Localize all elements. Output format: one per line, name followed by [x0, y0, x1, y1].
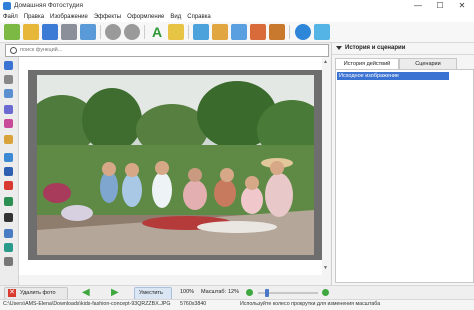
history-list: Исходное изображение — [335, 69, 474, 283]
horizontal-scrollbar[interactable] — [19, 275, 322, 285]
photo-frame — [28, 70, 325, 260]
history-item[interactable]: Исходное изображение — [337, 72, 449, 80]
redeye-tool-icon[interactable] — [4, 181, 13, 190]
toolbar: A — [0, 22, 474, 43]
panel-tabs: История действий Сценарии — [335, 58, 473, 70]
menu-effects[interactable]: Эффекты — [91, 12, 124, 22]
window-title: Домашняя Фотостудия — [14, 2, 84, 9]
collapse-icon[interactable] — [336, 46, 342, 50]
calendar-icon[interactable] — [231, 24, 247, 40]
scroll-up-icon[interactable]: ▲ — [323, 59, 328, 65]
search-input[interactable]: поиск функций... — [5, 44, 329, 57]
app-icon — [3, 2, 11, 10]
rotate-tool-icon[interactable] — [4, 229, 13, 238]
menu-design[interactable]: Оформление — [124, 12, 167, 22]
vertical-scrollbar[interactable]: ▲ ▼ — [322, 57, 330, 285]
mirror-tool-icon[interactable] — [4, 243, 13, 252]
contrast-tool-icon[interactable] — [4, 167, 13, 176]
toolbar-divider — [144, 25, 145, 39]
help-icon[interactable] — [295, 24, 311, 40]
print-icon[interactable] — [61, 24, 77, 40]
menu-bar: Файл Правка Изображение Эффекты Оформление Ви… — [0, 12, 474, 22]
photo-preview[interactable] — [37, 75, 314, 255]
next-arrow-icon[interactable]: ▶ — [111, 287, 123, 298]
maximize-button[interactable]: ☐ — [429, 0, 451, 12]
export-icon[interactable] — [80, 24, 96, 40]
toolbar-divider — [100, 25, 101, 39]
text-tool-icon[interactable]: A — [149, 24, 165, 40]
redo-icon[interactable] — [124, 24, 140, 40]
pointer-tool-icon[interactable] — [4, 61, 13, 70]
close-button[interactable]: ✕ — [451, 0, 473, 12]
search-placeholder: поиск функций... — [20, 46, 63, 53]
frame-icon[interactable] — [193, 24, 209, 40]
open-folder-icon[interactable] — [23, 24, 39, 40]
sharpen-tool-icon[interactable] — [4, 213, 13, 222]
history-panel: История и сценарии История действий Сцен… — [331, 43, 474, 285]
panel-title: История и сценарии — [345, 45, 406, 51]
levels-tool-icon[interactable] — [4, 153, 13, 162]
collage-icon[interactable] — [212, 24, 228, 40]
delete-icon: ✕ — [8, 289, 16, 297]
zoom-100-button[interactable]: 100% — [172, 287, 196, 298]
retouch-tool-icon[interactable] — [4, 119, 13, 128]
status-bar: C:\Users\AMS-Elena\Downloads\kids-fashio… — [0, 299, 474, 310]
brush-tool-icon[interactable] — [4, 89, 13, 98]
resize-tool-icon[interactable] — [4, 257, 13, 266]
menu-help[interactable]: Справка — [184, 12, 214, 22]
panel-header[interactable]: История и сценарии — [332, 43, 474, 55]
new-project-icon[interactable] — [4, 24, 20, 40]
toolbar-divider — [188, 25, 189, 39]
scale-label: Масштаб: — [201, 289, 227, 295]
minimize-button[interactable]: — — [407, 0, 429, 12]
menu-edit[interactable]: Правка — [21, 12, 47, 22]
scale-value: 12% — [228, 289, 240, 295]
undo-icon[interactable] — [105, 24, 121, 40]
search-icon — [10, 47, 17, 54]
menu-file[interactable]: Файл — [0, 12, 21, 22]
toolbar-divider — [289, 25, 290, 39]
scroll-down-icon[interactable]: ▼ — [323, 265, 328, 271]
zoom-100-label: 100% — [180, 289, 195, 295]
fit-label: Уместить — [139, 290, 163, 296]
previous-arrow-icon[interactable]: ◀ — [82, 287, 94, 298]
gallery-icon[interactable] — [269, 24, 285, 40]
file-path: C:\Users\AMS-Elena\Downloads\kids-fashio… — [3, 301, 171, 307]
status-hint: Используйте колесо прокрутки для изменен… — [240, 301, 381, 307]
search-row: поиск функций... — [0, 43, 330, 57]
image-dimensions: 5760x3840 — [180, 301, 207, 307]
effects-icon[interactable] — [168, 24, 184, 40]
left-toolbar — [0, 57, 19, 285]
zoom-slider-thumb[interactable] — [265, 289, 270, 297]
card-icon[interactable] — [250, 24, 266, 40]
eyedropper-tool-icon[interactable] — [4, 105, 13, 114]
bottom-bar: ✕ Удалить фото ◀ ▶ Уместить 100% Масштаб… — [0, 285, 474, 300]
menu-image[interactable]: Изображение — [47, 12, 91, 22]
correction-tool-icon[interactable] — [4, 135, 13, 144]
delete-photo-label: Удалить фото — [20, 290, 56, 296]
canvas-area[interactable] — [19, 57, 330, 285]
menu-view[interactable]: Вид — [167, 12, 184, 22]
save-icon[interactable] — [42, 24, 58, 40]
settings-icon[interactable] — [314, 24, 330, 40]
color-tool-icon[interactable] — [4, 197, 13, 206]
zoom-out-icon[interactable] — [246, 289, 253, 296]
zoom-in-icon[interactable] — [322, 289, 329, 296]
crop-tool-icon[interactable] — [4, 75, 13, 84]
